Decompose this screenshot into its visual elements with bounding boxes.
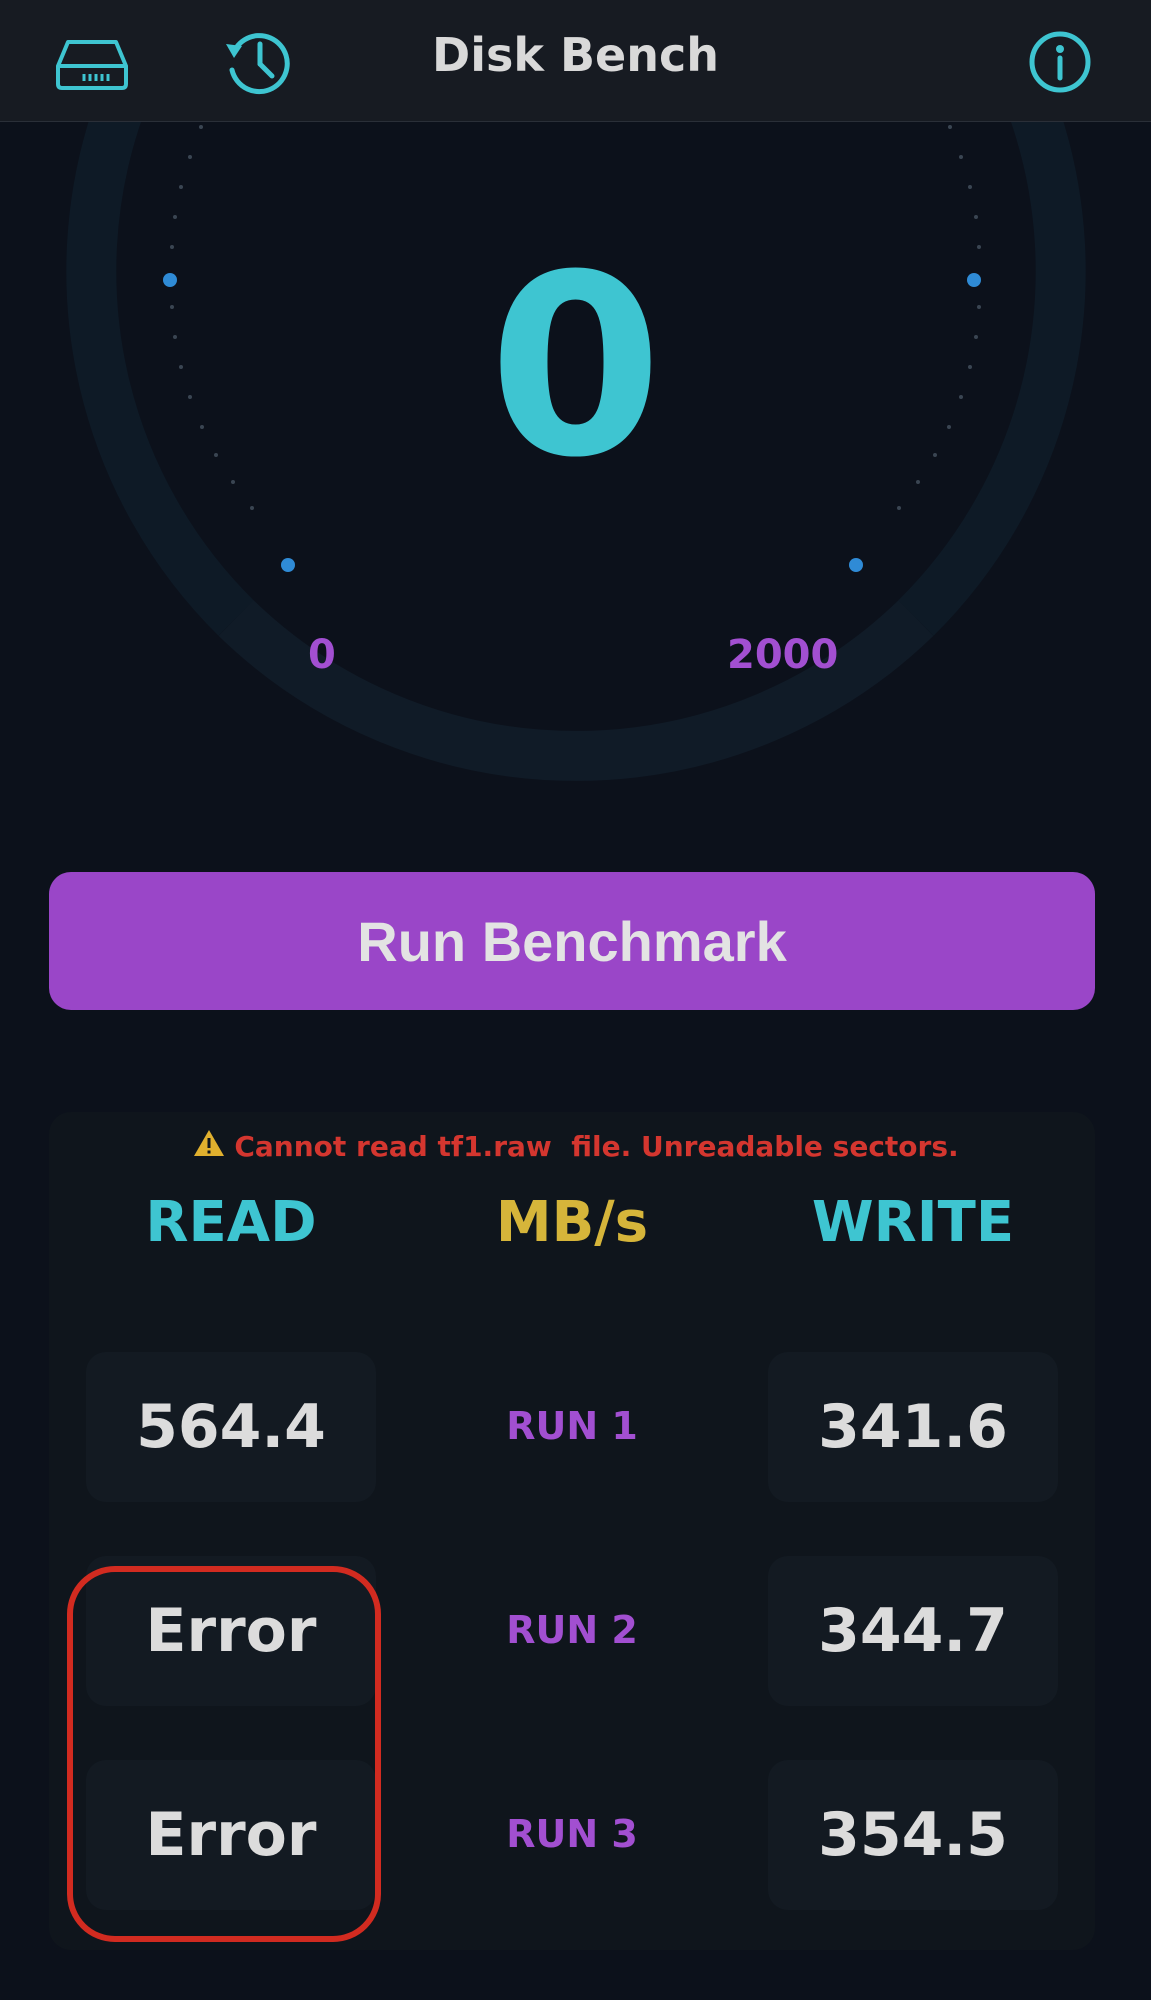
gauge-min-label: 0 — [308, 632, 336, 678]
run-benchmark-button[interactable]: Run Benchmark — [49, 872, 1095, 1010]
run-2-write-value: 344.7 — [768, 1556, 1058, 1706]
run-1-label: RUN 1 — [506, 1404, 638, 1448]
gauge-max-label: 2000 — [727, 632, 839, 678]
run-3-write-value: 354.5 — [768, 1760, 1058, 1910]
write-column-header: WRITE — [811, 1190, 1015, 1255]
info-icon[interactable] — [1022, 24, 1098, 100]
app-title: Disk Bench — [432, 28, 719, 82]
top-bar: Disk Bench — [0, 0, 1151, 122]
warning-message: Cannot read tf1.raw file. Unreadable sec… — [0, 1128, 1151, 1165]
run-2-label: RUN 2 — [506, 1608, 638, 1652]
gauge-value: 0 — [488, 221, 663, 512]
run-1-write-value: 341.6 — [768, 1352, 1058, 1502]
warning-icon — [192, 1128, 226, 1165]
run-1-read-value: 564.4 — [86, 1352, 376, 1502]
speed-gauge: 0 0 2000 — [0, 122, 1151, 802]
read-column-header: READ — [145, 1190, 317, 1255]
error-highlight-outline — [67, 1566, 381, 1942]
warning-text: Cannot read tf1.raw file. Unreadable sec… — [234, 1130, 959, 1163]
unit-column-header: MB/s — [495, 1190, 649, 1255]
run-3-label: RUN 3 — [506, 1812, 638, 1856]
